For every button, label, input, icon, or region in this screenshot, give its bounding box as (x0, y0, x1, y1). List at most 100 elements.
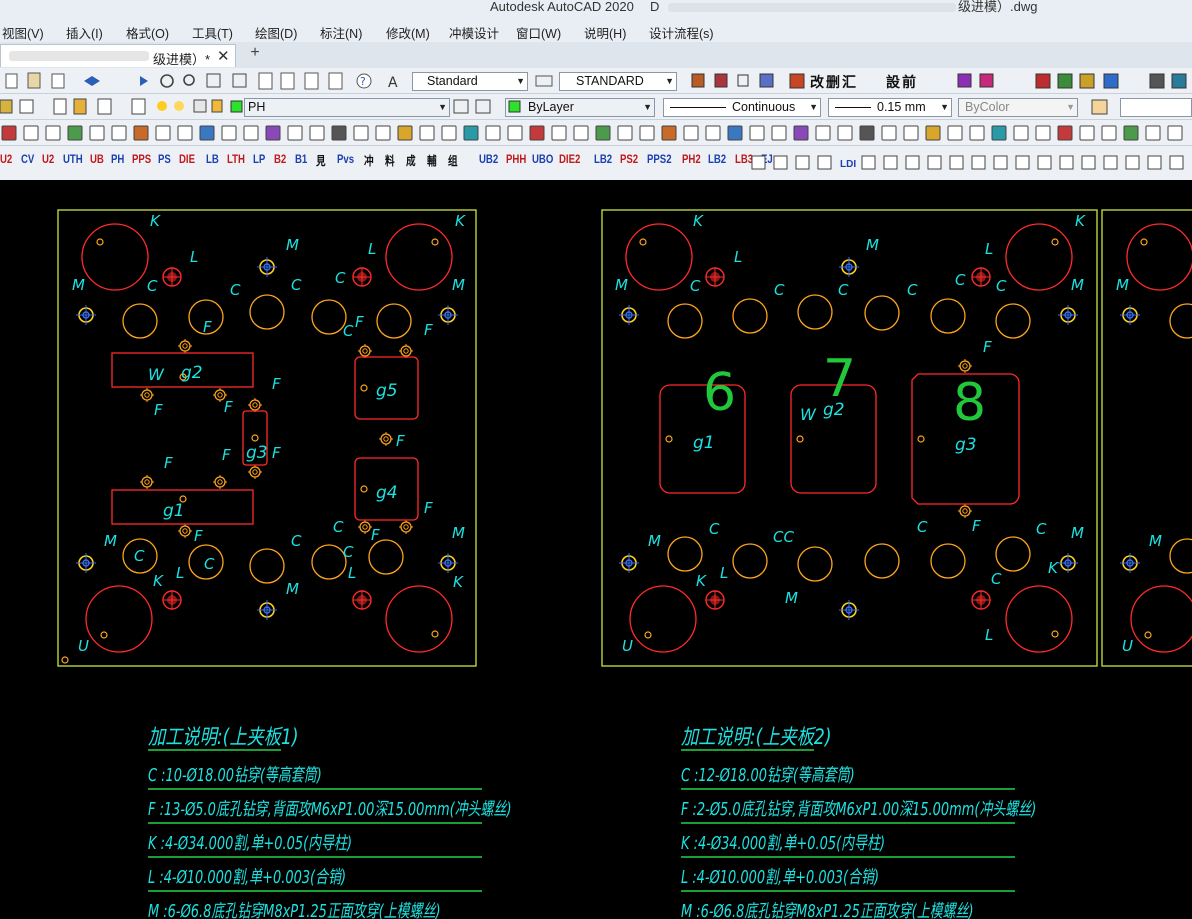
punch-tools-2[interactable]: 設前 (886, 72, 918, 92)
handwritten-station-number: 8 (953, 373, 986, 433)
punch-tools-1[interactable]: 改删汇 (810, 72, 858, 92)
menu-tools[interactable]: 工具(T) (192, 23, 233, 42)
punch-command-button[interactable]: 组 (448, 152, 458, 169)
upper-clamp-plate-1: K KK KUL LL LM MMM MMC C C CCC CCCCF F FFF FFFFFF FFg2… (57, 209, 477, 667)
punch-command-button[interactable]: 冲 (364, 152, 374, 169)
toolbar-tool-icon (1103, 155, 1118, 170)
toolbar-tool-icon (905, 155, 920, 170)
punch-command-button[interactable]: PH (111, 152, 124, 166)
reference-point (917, 435, 925, 443)
machining-notes: 加工说明:(上夹板1) C :10-Ø18.00钻穿(等高套筒) F :13-Ø5.… (148, 724, 1036, 919)
reference-point (1051, 238, 1059, 246)
punch-command-button[interactable]: DIE (179, 152, 195, 166)
menu-view[interactable]: 视图(V) (2, 23, 44, 42)
menu-punch-design[interactable]: 冲模设计 (449, 23, 499, 42)
punch-command-button[interactable]: LP (253, 152, 265, 166)
menu-insert[interactable]: 插入(I) (66, 23, 103, 42)
punch-command-button[interactable]: PS2 (620, 152, 638, 166)
note-title: 加工说明:(上夹板2) (681, 724, 832, 749)
blurred-path (668, 3, 956, 12)
toolbar-tool-icon (441, 125, 457, 141)
cad-hole-label: L (190, 248, 198, 266)
menu-modify[interactable]: 修改(M) (386, 23, 430, 42)
punch-command-button[interactable]: LTH (227, 152, 245, 166)
cad-hole-label: C (690, 277, 701, 295)
text-style-select[interactable]: Standard ▼ (412, 72, 528, 91)
punch-command-button[interactable]: UTH (63, 152, 83, 166)
menu-draw[interactable]: 绘图(D) (255, 23, 297, 42)
sleeve-hole (732, 543, 768, 579)
sleeve-hole (930, 298, 966, 334)
svg-text:?: ? (360, 75, 366, 88)
cad-hole-label: F (194, 527, 203, 545)
toolbar-row-standard: ? A 改删汇 設前 Standard ▼ STANDARD ▼ (0, 68, 1192, 94)
layer-select[interactable]: ▼ (244, 98, 450, 117)
punch-command-button[interactable]: U2 (42, 152, 54, 166)
punch-command-button[interactable]: PPS (132, 152, 151, 166)
punch-command-button[interactable]: LB (206, 152, 219, 166)
guide-pillar-hole (81, 223, 149, 291)
color-select[interactable]: ByLayer ▼ (505, 98, 655, 117)
punch-command-button[interactable]: EJ (761, 152, 773, 166)
punch-command-button[interactable]: UBO (532, 152, 553, 166)
punch-command-button[interactable]: B2 (274, 152, 286, 166)
plot-style-select[interactable]: ByColor ▼ (958, 98, 1078, 117)
punch-command-button[interactable]: 輔 (427, 152, 437, 169)
toolbar-tool-icon (993, 155, 1008, 170)
punch-command-button[interactable]: 見 (316, 152, 326, 169)
punch-screw-hole (214, 476, 226, 488)
punch-screw-hole-inner (962, 508, 968, 514)
sleeve-hole (864, 543, 900, 579)
menu-window[interactable]: 窗口(W) (516, 23, 561, 42)
punch-command-button[interactable]: PHH (506, 152, 526, 166)
toolbar-tool-icon (1079, 125, 1095, 141)
reference-point (796, 435, 804, 443)
punch-command-button[interactable]: 料 (385, 152, 395, 169)
punch-command-button[interactable]: LB3 (735, 152, 753, 166)
toolbar-tool-icon (1037, 155, 1052, 170)
toolbar-tool-icon (817, 155, 832, 170)
model-space-canvas[interactable]: K K K K U L L L L M M M M M M C C C C C C C C C C F F F F F F F F F F F F Fg2… (0, 180, 1192, 919)
linetype-select[interactable]: Continuous ▼ (663, 98, 821, 117)
toolbar-tool-icon (949, 155, 964, 170)
toolbar-tool-icon (925, 125, 941, 141)
punch-command-button[interactable]: Pvs (337, 152, 354, 166)
punch-command-button[interactable]: CV (21, 152, 34, 166)
punch-command-button[interactable]: 成 (406, 152, 416, 169)
punch-command-button[interactable]: U2 (0, 152, 12, 166)
ldi-button[interactable]: LDI (840, 159, 856, 170)
punch-command-button[interactable]: B1 (295, 152, 307, 166)
punch-command-button[interactable]: PPS2 (647, 152, 672, 166)
new-tab-button[interactable]: + (246, 44, 264, 62)
toolbar-tool-icon (1101, 125, 1117, 141)
menu-format[interactable]: 格式(O) (126, 23, 169, 42)
toolbar-tool-icon (947, 125, 963, 141)
lineweight-select[interactable]: 0.15 mm ▼ (828, 98, 952, 117)
extra-select[interactable] (1120, 98, 1192, 117)
punch-command-button[interactable]: UB (90, 152, 104, 166)
sleeve-hole (249, 548, 285, 584)
punch-command-button[interactable]: LB2 (594, 152, 612, 166)
punch-screw-hole (179, 525, 191, 537)
menu-help[interactable]: 说明(H) (584, 23, 626, 42)
toolbar-row-punch: U2 CV U2 UTH UB PH PPS PS DIE LB LTH LP B2 B1 見 Pvs 冲料成輔… (0, 146, 1192, 180)
cad-hole-label: K (153, 572, 164, 590)
punch-command-button[interactable]: PH2 (682, 152, 701, 166)
dim-style-select[interactable]: STANDARD ▼ (559, 72, 677, 91)
document-tab[interactable]: 级进模）* ✕ (0, 44, 236, 67)
toolbar-tool-icon (881, 125, 897, 141)
toolbar-tool-icon (111, 125, 127, 141)
punch-command-button[interactable]: DIE2 (559, 152, 580, 166)
menu-dimension[interactable]: 标注(N) (320, 23, 362, 42)
close-tab-icon[interactable]: ✕ (217, 47, 230, 65)
punch-command-button[interactable]: UB2 (479, 152, 498, 166)
toolbar-tool-icon (617, 125, 633, 141)
cavity-label: g3 (246, 443, 268, 463)
doc-title-prefix: D (650, 0, 660, 14)
menu-design-flow[interactable]: 设计流程(s) (649, 23, 714, 42)
punch-screw-hole (359, 345, 371, 357)
toolbar-tool-icon (861, 155, 876, 170)
punch-command-button[interactable]: LB2 (708, 152, 726, 166)
cad-hole-label: K (150, 212, 161, 230)
punch-command-button[interactable]: PS (158, 152, 171, 166)
